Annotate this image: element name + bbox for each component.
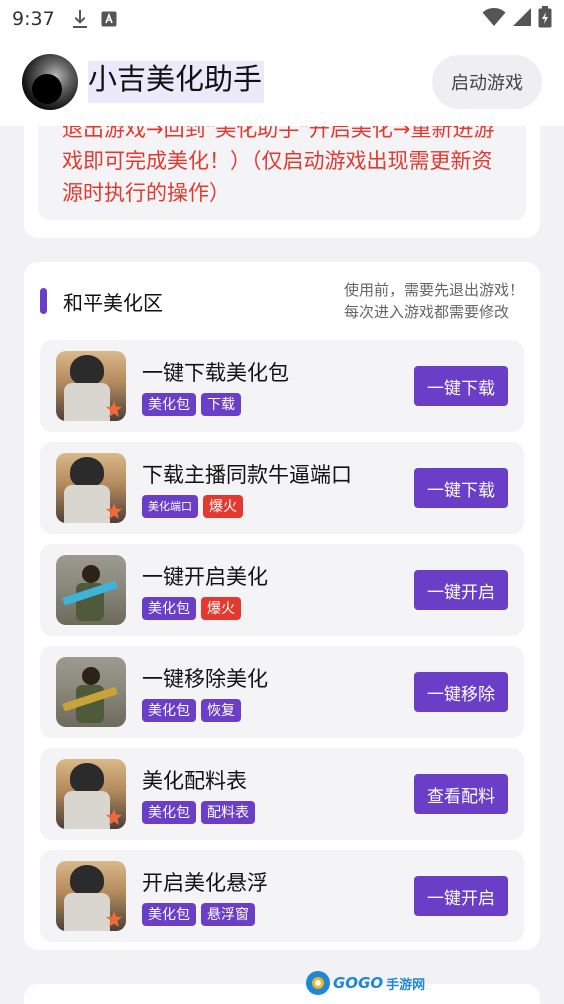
enable-beautify-button[interactable]: 一键开启 [414, 570, 508, 610]
notice-text: 退出游戏→回到"美化助手"开启美化→重新进游戏即可完成美化！）（仅启动游戏出现需… [62, 117, 495, 205]
gogo-logo-icon [306, 971, 330, 995]
weapon-skin-icon [62, 580, 118, 606]
status-time: 9:37 [12, 8, 55, 30]
wifi-icon [482, 7, 506, 31]
avatar[interactable] [22, 54, 78, 110]
tag: 美化端口 [142, 494, 198, 518]
star-badge-icon [106, 401, 122, 417]
item-title: 一键下载美化包 [142, 360, 289, 385]
next-section-card [24, 984, 540, 1004]
tag: 恢复 [201, 698, 241, 722]
section-note: 使用前，需要先退出游戏！ 每次进入游戏都需要修改 [344, 279, 524, 323]
launch-game-button[interactable]: 启动游戏 [432, 55, 542, 109]
section-accent-bar [40, 288, 47, 314]
download-port-button[interactable]: 一键下载 [414, 468, 508, 508]
list-item-ingredient-list: 美化配料表 美化包 配料表 查看配料 [40, 748, 524, 840]
status-bar: 9:37 [0, 0, 564, 38]
game-thumbnail [56, 657, 126, 727]
game-thumbnail [56, 453, 126, 523]
battery-charging-icon [538, 6, 552, 32]
text-recognition-icon [101, 11, 117, 27]
tag: 美化包 [142, 698, 196, 722]
tag: 配料表 [201, 800, 255, 824]
section-note-line-2: 每次进入游戏都需要修改 [344, 303, 510, 321]
section-title: 和平美化区 [63, 290, 163, 315]
star-badge-icon [106, 809, 122, 825]
list-item-floating-window: 开启美化悬浮 美化包 悬浮窗 一键开启 [40, 850, 524, 942]
signal-icon [512, 7, 532, 31]
weapon-skin-icon [62, 686, 118, 712]
star-badge-icon [106, 503, 122, 519]
download-pack-button[interactable]: 一键下载 [414, 366, 508, 406]
tag: 美化包 [142, 800, 196, 824]
remove-beautify-button[interactable]: 一键移除 [414, 672, 508, 712]
section-header: 和平美化区 使用前，需要先退出游戏！ 每次进入游戏都需要修改 [40, 262, 524, 340]
app-header: 小吉美化助手 启动游戏 [0, 38, 564, 126]
game-thumbnail [56, 351, 126, 421]
watermark-brand: GOGO [333, 974, 384, 992]
watermark-cn: 手游网 [386, 977, 426, 993]
enable-floating-button[interactable]: 一键开启 [414, 876, 508, 916]
beautify-section: 和平美化区 使用前，需要先退出游戏！ 每次进入游戏都需要修改 一键下载美化包 美… [24, 262, 540, 950]
item-title: 开启美化悬浮 [142, 870, 268, 895]
tag: 美化包 [142, 902, 196, 926]
item-title: 一键开启美化 [142, 564, 268, 589]
tag: 爆火 [203, 494, 243, 518]
download-icon [71, 9, 89, 29]
star-badge-icon [106, 911, 122, 927]
item-title: 一键移除美化 [142, 666, 268, 691]
list-item-remove-beautify: 一键移除美化 美化包 恢复 一键移除 [40, 646, 524, 738]
game-thumbnail [56, 861, 126, 931]
item-title: 美化配料表 [142, 768, 247, 793]
game-thumbnail [56, 759, 126, 829]
list-item-download-port: 下载主播同款牛逼端口 美化端口 爆火 一键下载 [40, 442, 524, 534]
view-ingredients-button[interactable]: 查看配料 [414, 774, 508, 814]
section-note-line-1: 使用前，需要先退出游戏！ [344, 281, 525, 299]
tag: 美化包 [142, 596, 196, 620]
tag: 悬浮窗 [201, 902, 255, 926]
item-title: 下载主播同款牛逼端口 [142, 462, 352, 487]
watermark: GOGO 手游网 [306, 968, 425, 998]
app-title: 小吉美化助手 [88, 61, 265, 103]
game-thumbnail [56, 555, 126, 625]
list-item-enable-beautify: 一键开启美化 美化包 爆火 一键开启 [40, 544, 524, 636]
tag: 美化包 [142, 392, 196, 416]
tag: 下载 [201, 392, 241, 416]
tag: 爆火 [201, 596, 241, 620]
list-item-download-pack: 一键下载美化包 美化包 下载 一键下载 [40, 340, 524, 432]
